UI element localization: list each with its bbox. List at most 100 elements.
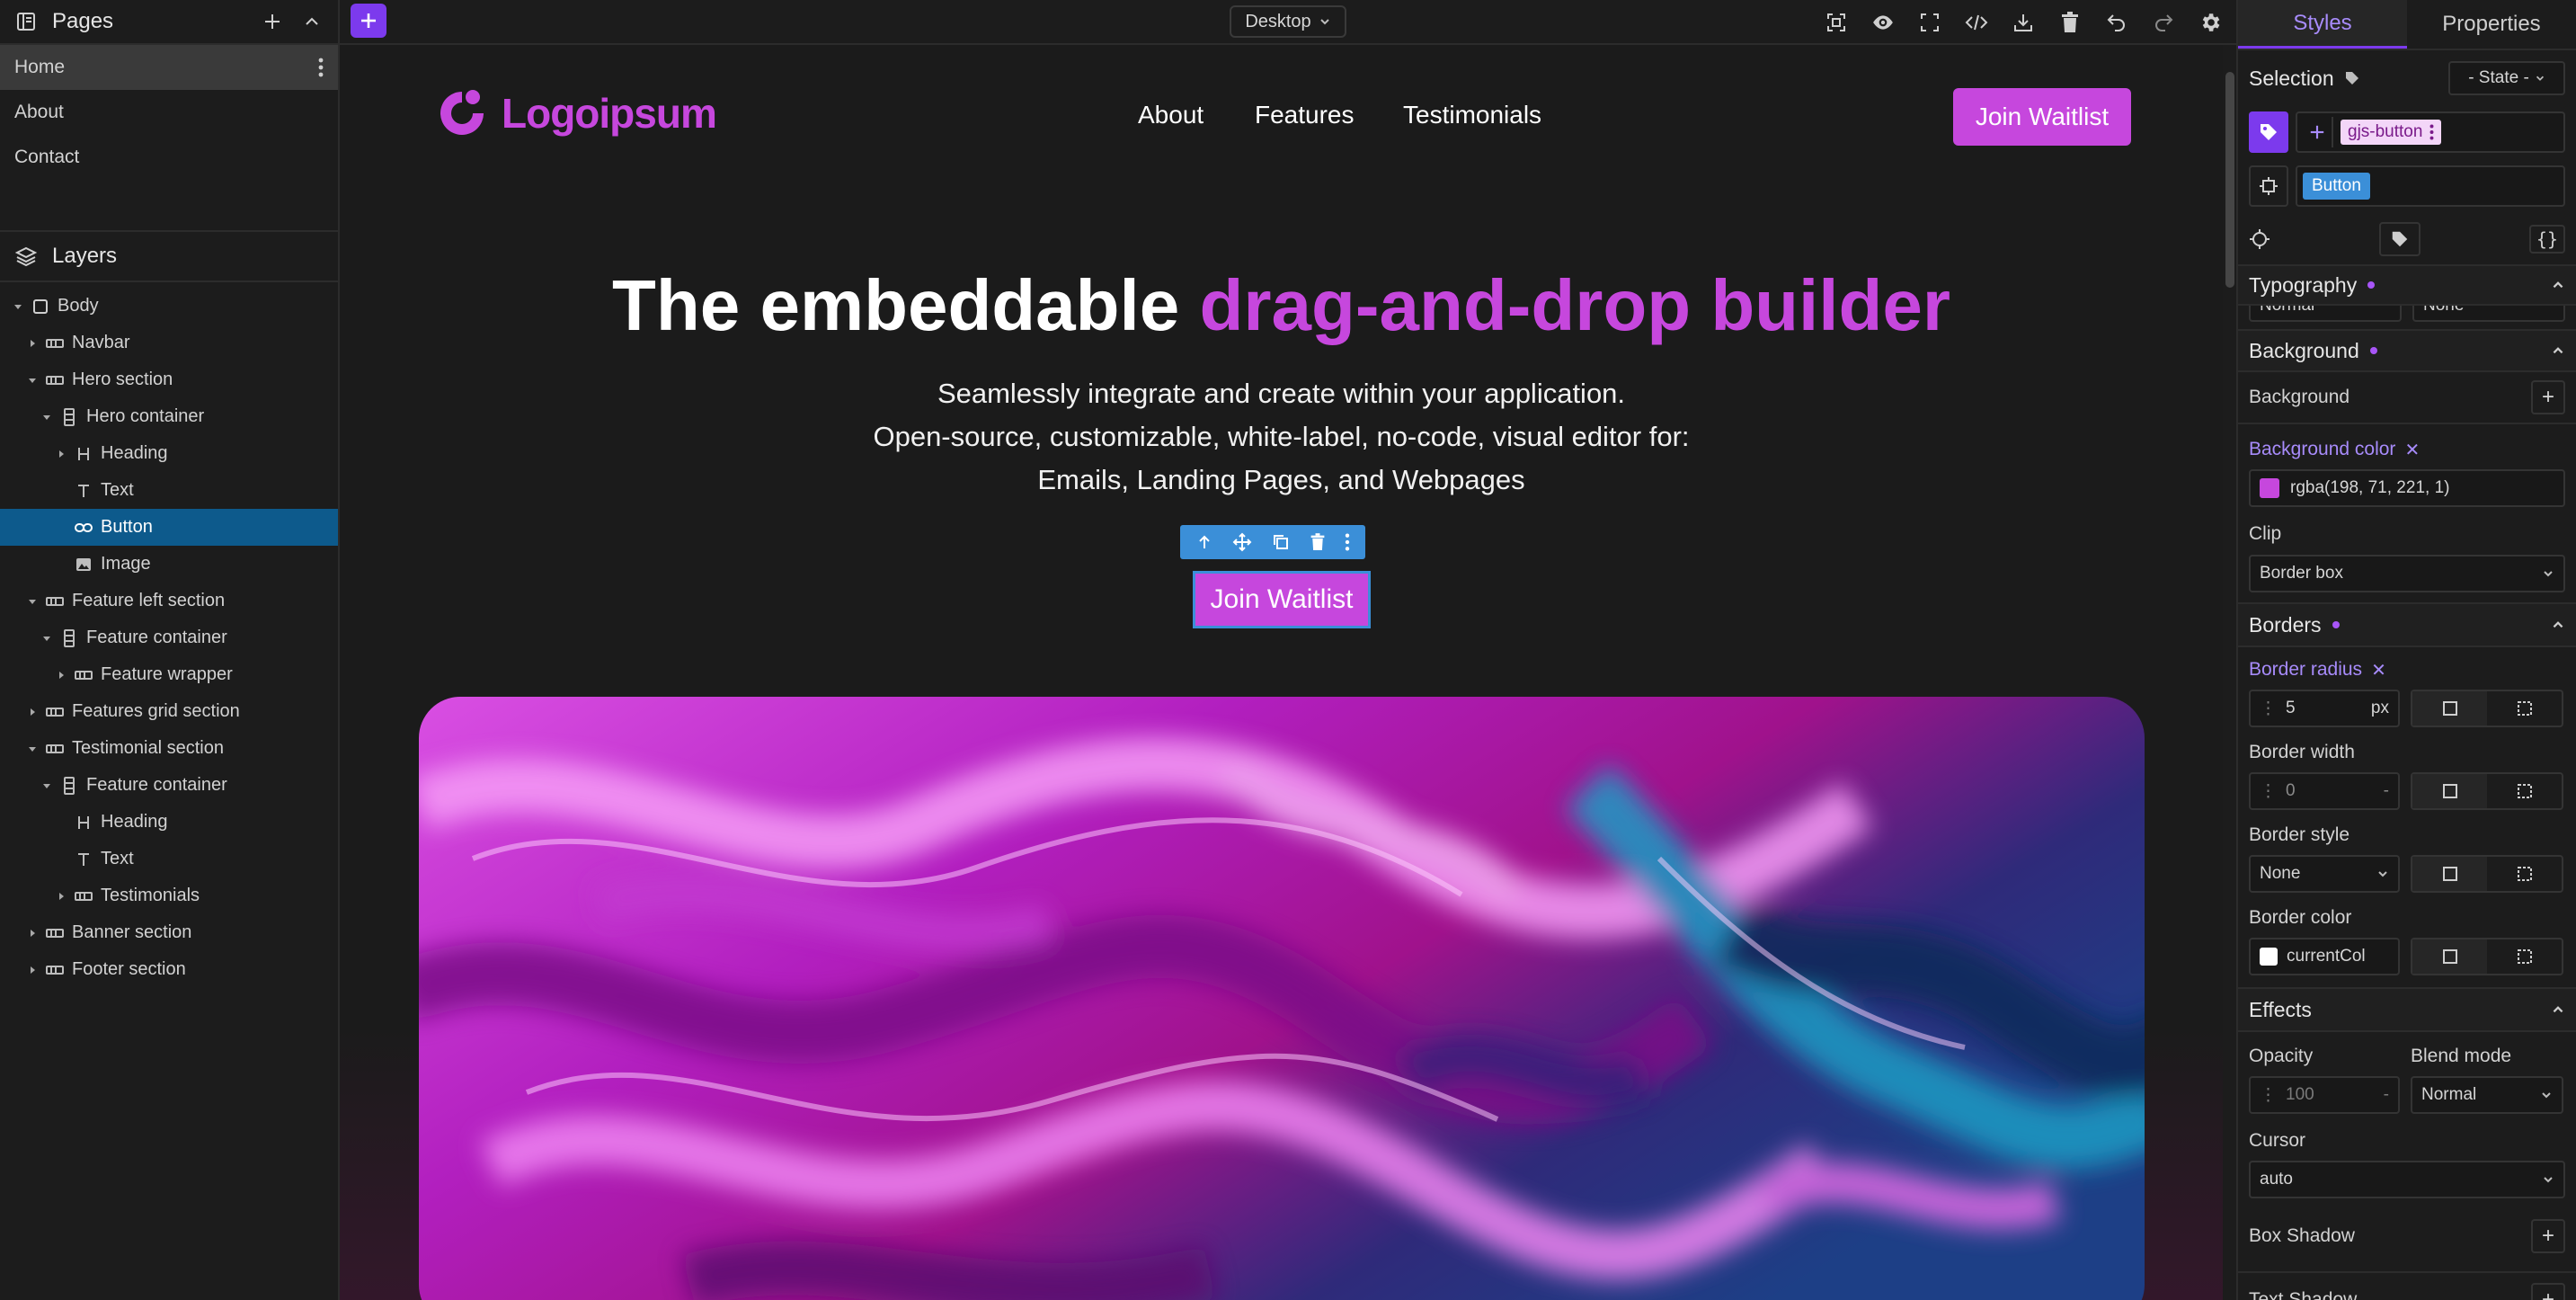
more-vertical-icon[interactable]	[318, 58, 324, 77]
delete-icon[interactable]	[1310, 533, 1326, 551]
layer-item[interactable]: Navbar	[0, 325, 338, 361]
select-parent-icon[interactable]	[1195, 533, 1213, 551]
tag-icon[interactable]	[2378, 222, 2421, 256]
add-page-icon[interactable]	[259, 8, 286, 35]
background-color-input[interactable]: rgba(198, 71, 221, 1)	[2249, 469, 2565, 507]
layer-item[interactable]: Image	[0, 546, 338, 583]
caret-down-icon[interactable]	[40, 410, 54, 424]
layer-item[interactable]: Button	[0, 509, 338, 546]
tag-icon[interactable]	[2249, 111, 2288, 153]
add-class-icon[interactable]	[2303, 117, 2333, 147]
hero-text-line-2[interactable]: Open-source, customizable, white-label, …	[340, 421, 2223, 453]
cursor-select[interactable]: auto	[2249, 1161, 2565, 1198]
all-sides-icon[interactable]	[2412, 774, 2487, 808]
caret-right-icon[interactable]	[54, 447, 68, 461]
color-swatch[interactable]	[2260, 948, 2278, 966]
outline-icon[interactable]	[1914, 7, 1945, 38]
add-background-icon[interactable]: +	[2531, 380, 2565, 414]
border-width-input[interactable]: ⋮ 0 -	[2249, 772, 2400, 810]
nav-link-about[interactable]: About	[1138, 101, 1204, 129]
clone-icon[interactable]	[1272, 533, 1290, 551]
drag-handle-icon[interactable]: ⋮	[2260, 781, 2277, 802]
hero-heading[interactable]: The embeddable drag-and-drop builder	[340, 264, 2223, 347]
fullscreen-icon[interactable]	[1821, 7, 1852, 38]
braces-icon[interactable]: {}	[2528, 225, 2565, 254]
layer-item[interactable]: Feature left section	[0, 583, 338, 619]
layer-item[interactable]: Heading	[0, 804, 338, 841]
caret-down-icon[interactable]	[40, 631, 54, 646]
undo-icon[interactable]	[2101, 7, 2132, 38]
redo-icon[interactable]	[2148, 7, 2179, 38]
individual-sides-icon[interactable]	[2487, 774, 2562, 808]
layer-item[interactable]: Body	[0, 288, 338, 325]
drag-handle-icon[interactable]: ⋮	[2260, 699, 2277, 719]
layer-item[interactable]: Testimonial section	[0, 730, 338, 767]
all-sides-icon[interactable]	[2412, 857, 2487, 891]
layer-item[interactable]: Hero container	[0, 398, 338, 435]
radius-mode-toggle[interactable]	[2411, 690, 2563, 727]
individual-sides-icon[interactable]	[2487, 857, 2562, 891]
more-vertical-icon[interactable]	[2429, 124, 2434, 140]
add-block-button[interactable]	[351, 4, 386, 38]
more-vertical-icon[interactable]	[1345, 533, 1350, 551]
clear-x-icon[interactable]: ✕	[2404, 439, 2420, 461]
border-color-input[interactable]: currentCol	[2249, 938, 2400, 975]
editor-canvas[interactable]: Logoipsum About Features Testimonials Jo…	[340, 45, 2223, 1300]
settings-gear-icon[interactable]	[2195, 7, 2225, 38]
join-waitlist-nav-button[interactable]: Join Waitlist	[1953, 88, 2131, 146]
layer-item[interactable]: Text	[0, 472, 338, 509]
border-radius-input[interactable]: ⋮ 5 px	[2249, 690, 2400, 727]
trash-icon[interactable]	[2055, 7, 2085, 38]
caret-right-icon[interactable]	[54, 668, 68, 682]
collapse-pages-icon[interactable]	[298, 8, 325, 35]
drag-handle-icon[interactable]: ⋮	[2260, 1085, 2277, 1106]
caret-down-icon[interactable]	[11, 299, 25, 314]
caret-right-icon[interactable]	[25, 705, 40, 719]
move-icon[interactable]	[1232, 532, 1252, 552]
tab-properties[interactable]: Properties	[2407, 0, 2576, 49]
caret-down-icon[interactable]	[25, 594, 40, 609]
color-swatch[interactable]	[2260, 478, 2279, 498]
all-sides-icon[interactable]	[2412, 939, 2487, 974]
width-mode-toggle[interactable]	[2411, 772, 2563, 810]
clear-x-icon[interactable]: ✕	[2371, 659, 2386, 681]
component-select-icon[interactable]	[2249, 165, 2288, 207]
layer-item[interactable]: Hero section	[0, 361, 338, 398]
hero-text-line-3[interactable]: Emails, Landing Pages, and Webpages	[340, 464, 2223, 496]
color-mode-toggle[interactable]	[2411, 938, 2563, 975]
caret-down-icon[interactable]	[25, 373, 40, 387]
nav-link-features[interactable]: Features	[1255, 101, 1355, 129]
caret-right-icon[interactable]	[54, 889, 68, 904]
caret-right-icon[interactable]	[25, 336, 40, 351]
class-input[interactable]: gjs-button	[2296, 111, 2565, 153]
individual-sides-icon[interactable]	[2487, 939, 2562, 974]
hero-text-line-1[interactable]: Seamlessly integrate and create within y…	[340, 378, 2223, 410]
borders-header[interactable]: Borders	[2238, 602, 2576, 647]
tab-styles[interactable]: Styles	[2238, 0, 2407, 49]
background-header[interactable]: Background	[2238, 329, 2576, 372]
opacity-input[interactable]: ⋮ 100 -	[2249, 1076, 2400, 1114]
canvas-scrollbar-thumb[interactable]	[2225, 72, 2234, 288]
page-item-contact[interactable]: Contact	[0, 135, 338, 180]
add-box-shadow-icon[interactable]: +	[2531, 1219, 2565, 1253]
site-logo[interactable]: Logoipsum	[433, 85, 717, 142]
blend-mode-select[interactable]: Normal	[2411, 1076, 2563, 1114]
layer-item[interactable]: Features grid section	[0, 693, 338, 730]
join-waitlist-hero-button[interactable]: Join Waitlist	[1193, 571, 1371, 628]
typography-header[interactable]: Typography	[2238, 264, 2576, 306]
effects-header[interactable]: Effects	[2238, 987, 2576, 1032]
layer-item[interactable]: Banner section	[0, 914, 338, 951]
add-text-shadow-icon[interactable]: +	[2531, 1283, 2565, 1300]
caret-right-icon[interactable]	[25, 926, 40, 940]
layer-item[interactable]: Heading	[0, 435, 338, 472]
layer-item[interactable]: Feature wrapper	[0, 656, 338, 693]
preview-eye-icon[interactable]	[1868, 7, 1898, 38]
code-icon[interactable]	[1961, 7, 1992, 38]
layer-item[interactable]: Text	[0, 841, 338, 877]
class-tag[interactable]: gjs-button	[2341, 120, 2442, 145]
device-select[interactable]: Desktop	[1230, 5, 1346, 38]
page-item-home[interactable]: Home	[0, 45, 338, 90]
all-corners-icon[interactable]	[2412, 691, 2487, 726]
nav-link-testimonials[interactable]: Testimonials	[1403, 101, 1541, 129]
caret-down-icon[interactable]	[25, 742, 40, 756]
